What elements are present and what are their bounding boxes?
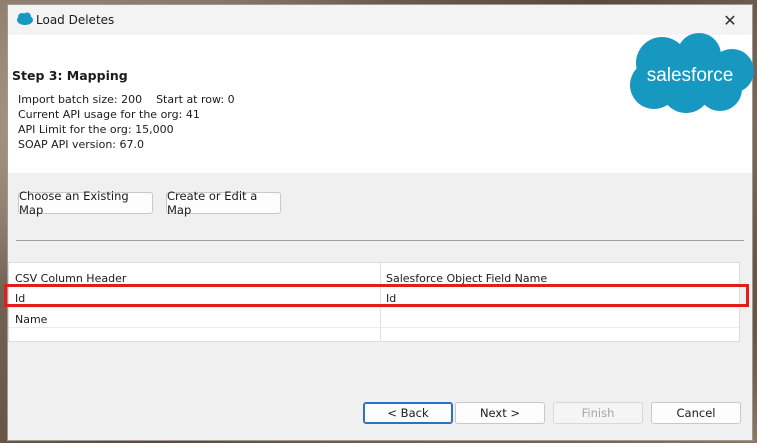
close-button[interactable]: ✕ bbox=[708, 5, 752, 35]
title-bar: Load Deletes ✕ bbox=[8, 5, 752, 35]
soap-version-info: SOAP API version: 67.0 bbox=[18, 138, 144, 151]
logo-text: salesforce bbox=[647, 65, 734, 86]
window-title: Load Deletes bbox=[36, 13, 115, 27]
section-divider bbox=[16, 240, 744, 241]
api-limit-info: API Limit for the org: 15,000 bbox=[18, 123, 174, 136]
finish-button[interactable]: Finish bbox=[553, 402, 643, 424]
highlight-box bbox=[4, 284, 749, 307]
load-deletes-dialog: Load Deletes ✕ Step 3: Mapping Import ba… bbox=[7, 4, 754, 441]
cancel-button[interactable]: Cancel bbox=[651, 402, 741, 424]
close-icon: ✕ bbox=[723, 10, 737, 30]
batch-size-info: Import batch size: 200 Start at row: 0 bbox=[18, 93, 235, 106]
row-divider bbox=[9, 327, 739, 328]
row-divider bbox=[9, 307, 739, 308]
choose-existing-map-button[interactable]: Choose an Existing Map bbox=[18, 189, 153, 217]
create-edit-map-button[interactable]: Create or Edit a Map bbox=[166, 189, 281, 217]
back-button[interactable]: < Back bbox=[363, 402, 453, 424]
next-button[interactable]: Next > bbox=[455, 402, 545, 424]
salesforce-logo: salesforce bbox=[630, 33, 754, 113]
table-row-1-csv[interactable]: Name bbox=[15, 313, 47, 326]
step-title: Step 3: Mapping bbox=[12, 68, 128, 83]
salesforce-cloud-icon bbox=[17, 12, 33, 25]
api-usage-info: Current API usage for the org: 41 bbox=[18, 108, 200, 121]
